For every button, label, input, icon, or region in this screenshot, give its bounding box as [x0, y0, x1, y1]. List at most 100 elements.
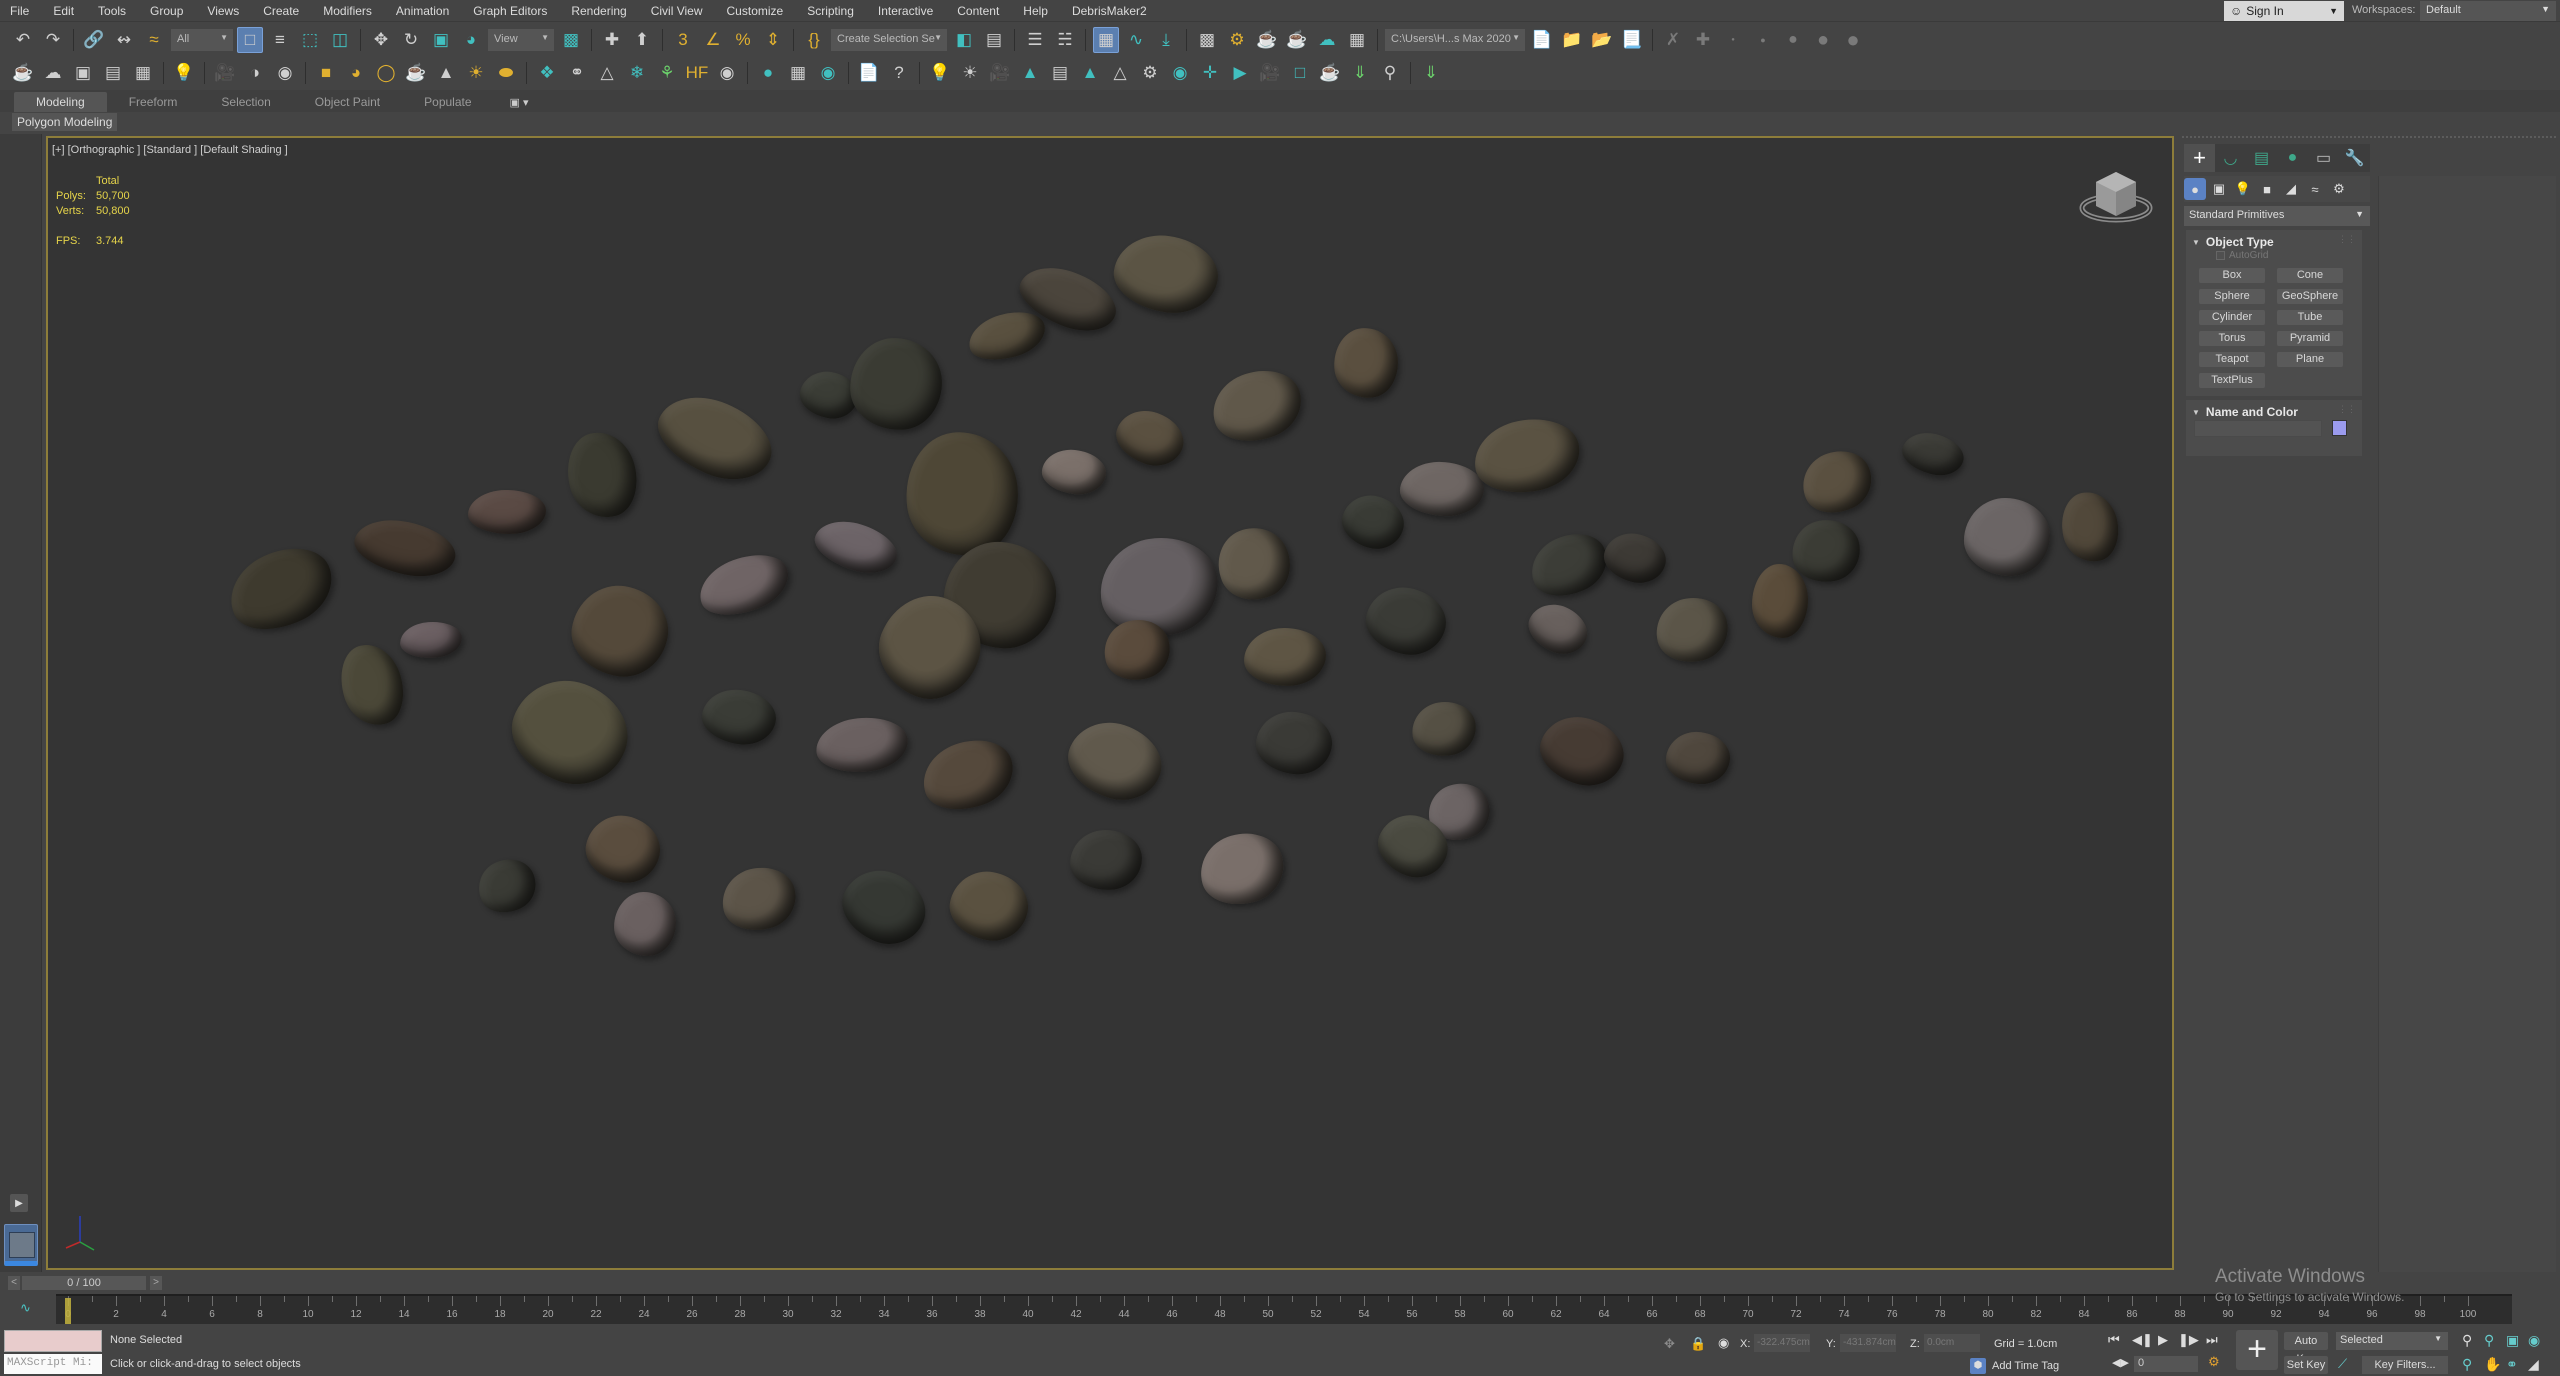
autogrid-checkbox[interactable]: AutoGrid	[2216, 250, 2268, 261]
tree-outline-icon[interactable]: △	[1107, 60, 1133, 86]
rock-object[interactable]	[1360, 580, 1452, 662]
viewport-orthographic[interactable]: [+] [Orthographic ] [Standard ] [Default…	[46, 136, 2174, 1270]
brush-size-1-icon[interactable]: ●	[1720, 27, 1746, 53]
menu-civil-view[interactable]: Civil View	[641, 4, 717, 18]
rock-object[interactable]	[398, 619, 464, 661]
material-browser-icon[interactable]: ▦	[785, 60, 811, 86]
maxscript-listener-output[interactable]	[4, 1330, 102, 1352]
link-icon[interactable]: 🔗	[81, 27, 107, 53]
tab-freeform[interactable]: Freeform	[107, 92, 200, 112]
plane-button[interactable]: Plane	[2277, 352, 2343, 367]
rock-object[interactable]	[1253, 708, 1335, 778]
grip-icon[interactable]: ⋮⋮	[2338, 404, 2356, 415]
selection-filter-dropdown[interactable]: All ▼	[171, 29, 233, 51]
rock-object[interactable]	[1109, 402, 1191, 474]
zoom-all-icon[interactable]: ⚲	[2484, 1332, 2494, 1349]
create-tab-icon[interactable]: +	[2184, 144, 2215, 172]
menu-animation[interactable]: Animation	[386, 4, 463, 18]
document-icon[interactable]: 📄	[856, 60, 882, 86]
hierarchy-tab-icon[interactable]: ▤	[2246, 144, 2277, 172]
rock-object[interactable]	[1468, 410, 1586, 502]
project-structure-icon[interactable]: 📂	[1589, 27, 1615, 53]
viewcube-icon[interactable]	[2076, 164, 2156, 230]
rectangular-selection-icon[interactable]: ⬚	[297, 27, 323, 53]
render-setup-icon[interactable]: ⚙	[1224, 27, 1250, 53]
workspace-dropdown[interactable]: Default ▼	[2420, 1, 2556, 21]
menu-graph-editors[interactable]: Graph Editors	[463, 4, 561, 18]
unlink-icon[interactable]: ↭	[111, 27, 137, 53]
brush-size-2-icon[interactable]: ●	[1750, 27, 1776, 53]
time-slider-thumb[interactable]: 0 / 100	[22, 1276, 146, 1290]
hair-fur-icon[interactable]: HF	[684, 60, 710, 86]
modify-tab-icon[interactable]: ◡	[2215, 144, 2246, 172]
shapes-icon[interactable]: ▣	[2208, 178, 2230, 200]
render-frame-icon[interactable]: ▣	[70, 60, 96, 86]
rock-object[interactable]	[613, 891, 677, 957]
align-icon[interactable]: ▤	[981, 27, 1007, 53]
motion-tab-icon[interactable]: ●	[2277, 144, 2308, 172]
rock-object[interactable]	[1963, 497, 2051, 577]
zoom-icon[interactable]: ⚲	[2462, 1332, 2472, 1349]
scale-icon[interactable]: ▣	[428, 27, 454, 53]
timeline-ruler[interactable]: 0246810121416182022242628303234363840424…	[56, 1294, 2512, 1324]
menu-customize[interactable]: Customize	[717, 4, 798, 18]
menu-modifiers[interactable]: Modifiers	[313, 4, 386, 18]
teapot-outline-icon[interactable]: ☕	[403, 60, 429, 86]
project-folders-icon[interactable]: 📃	[1619, 27, 1645, 53]
rock-object[interactable]	[1521, 595, 1595, 663]
maxscript-mini-listener-input[interactable]: MAXScript Mi:	[4, 1354, 102, 1374]
rock-object[interactable]	[813, 713, 911, 777]
ox-material-icon[interactable]: ◉	[714, 60, 740, 86]
menu-interactive[interactable]: Interactive	[868, 4, 947, 18]
rendered-frame-window-icon[interactable]: ☕	[1254, 27, 1280, 53]
rock-object[interactable]	[1599, 527, 1671, 589]
rock-object[interactable]	[646, 381, 784, 495]
bulb-teal-icon[interactable]: 💡	[927, 60, 953, 86]
half-sphere-icon[interactable]: ◑	[242, 60, 268, 86]
rock-object[interactable]	[1068, 828, 1144, 892]
previous-key-icon[interactable]: ◀❚	[2132, 1332, 2153, 1348]
rock-object[interactable]	[809, 512, 903, 582]
expand-chevron-icon[interactable]: ⇓	[1418, 60, 1444, 86]
menu-tools[interactable]: Tools	[88, 4, 140, 18]
zoom-extents-icon[interactable]: ▣	[2506, 1332, 2519, 1349]
settings-panel-icon[interactable]: ▦	[130, 60, 156, 86]
display-tab-icon[interactable]: ▭	[2308, 144, 2339, 172]
rock-object[interactable]	[1109, 229, 1223, 319]
bind-space-warp-icon[interactable]: ≈	[141, 27, 167, 53]
mini-curve-editor-icon[interactable]: ∿	[20, 1300, 31, 1316]
crosshair-icon[interactable]: ✛	[1197, 60, 1223, 86]
rock-object[interactable]	[1664, 730, 1732, 786]
camera-icon[interactable]: 🎥	[212, 60, 238, 86]
render-in-cloud-icon[interactable]: ☁	[1314, 27, 1340, 53]
dome-icon[interactable]: ◕	[343, 60, 369, 86]
key-mode-toggle-icon[interactable]: ◀▶	[2112, 1356, 2129, 1369]
name-color-header[interactable]: ▼ Name and Color	[2192, 405, 2298, 419]
move-icon[interactable]: ✥	[368, 27, 394, 53]
object-color-swatch[interactable]	[2332, 420, 2347, 436]
project-folder-dropdown[interactable]: C:\Users\H...s Max 2020 ▼	[1385, 29, 1525, 51]
tab-modeling[interactable]: Modeling	[14, 92, 107, 112]
rock-object[interactable]	[1243, 626, 1327, 688]
snap-toggle-icon[interactable]: 3	[670, 27, 696, 53]
set-key-button[interactable]: Set Key	[2284, 1356, 2328, 1374]
rock-object[interactable]	[349, 511, 461, 585]
camera-teal-icon[interactable]: 🎥	[987, 60, 1013, 86]
time-configuration-icon[interactable]: ⚙	[2208, 1354, 2220, 1370]
rock-object[interactable]	[1793, 440, 1881, 524]
sphere-button[interactable]: Sphere	[2199, 289, 2265, 304]
sign-in-button[interactable]: ☺ Sign In ▼	[2224, 1, 2344, 21]
lock-icon[interactable]: 🔒	[1690, 1336, 1706, 1352]
rock-object[interactable]	[1521, 522, 1617, 608]
curve-editor-icon[interactable]: ∿	[1123, 27, 1149, 53]
menu-help[interactable]: Help	[1013, 4, 1062, 18]
scene-explorer-icon[interactable]: ☰	[1022, 27, 1048, 53]
geometry-icon[interactable]: ●	[2184, 178, 2206, 200]
pyramid-button[interactable]: Pyramid	[2277, 331, 2343, 346]
sun-icon[interactable]: ☀	[463, 60, 489, 86]
brush-size-3-icon[interactable]: ●	[1780, 27, 1806, 53]
molecule-icon[interactable]: ⚭	[564, 60, 590, 86]
orbit-icon[interactable]: ⚭	[2506, 1356, 2518, 1373]
render-production-icon[interactable]: ☕	[1284, 27, 1310, 53]
select-manipulate-icon[interactable]: ✚	[599, 27, 625, 53]
